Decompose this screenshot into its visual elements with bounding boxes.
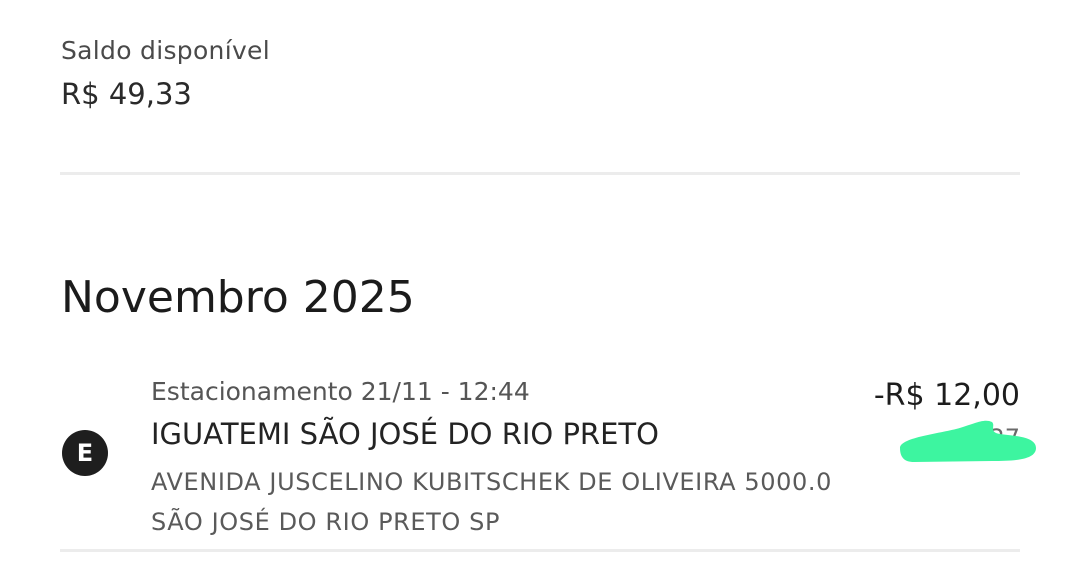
transaction-amount: -R$ 12,00 [873,378,1020,413]
transaction-title: IGUATEMI SÃO JOSÉ DO RIO PRETO [151,417,659,451]
balance-label: Saldo disponível [61,36,270,65]
divider-bottom [60,549,1020,552]
balance-value: R$ 49,33 [61,77,192,111]
transaction-address: AVENIDA JUSCELINO KUBITSCHEK DE OLIVEIRA… [151,468,832,536]
icon-letter: E [76,439,94,467]
month-title: Novembro 2025 [61,272,415,323]
transaction-subtitle: Estacionamento 21/11 - 12:44 [151,377,530,406]
divider-top [60,172,1020,175]
redaction-mark [900,420,1036,462]
parking-e-icon: E [62,430,108,476]
